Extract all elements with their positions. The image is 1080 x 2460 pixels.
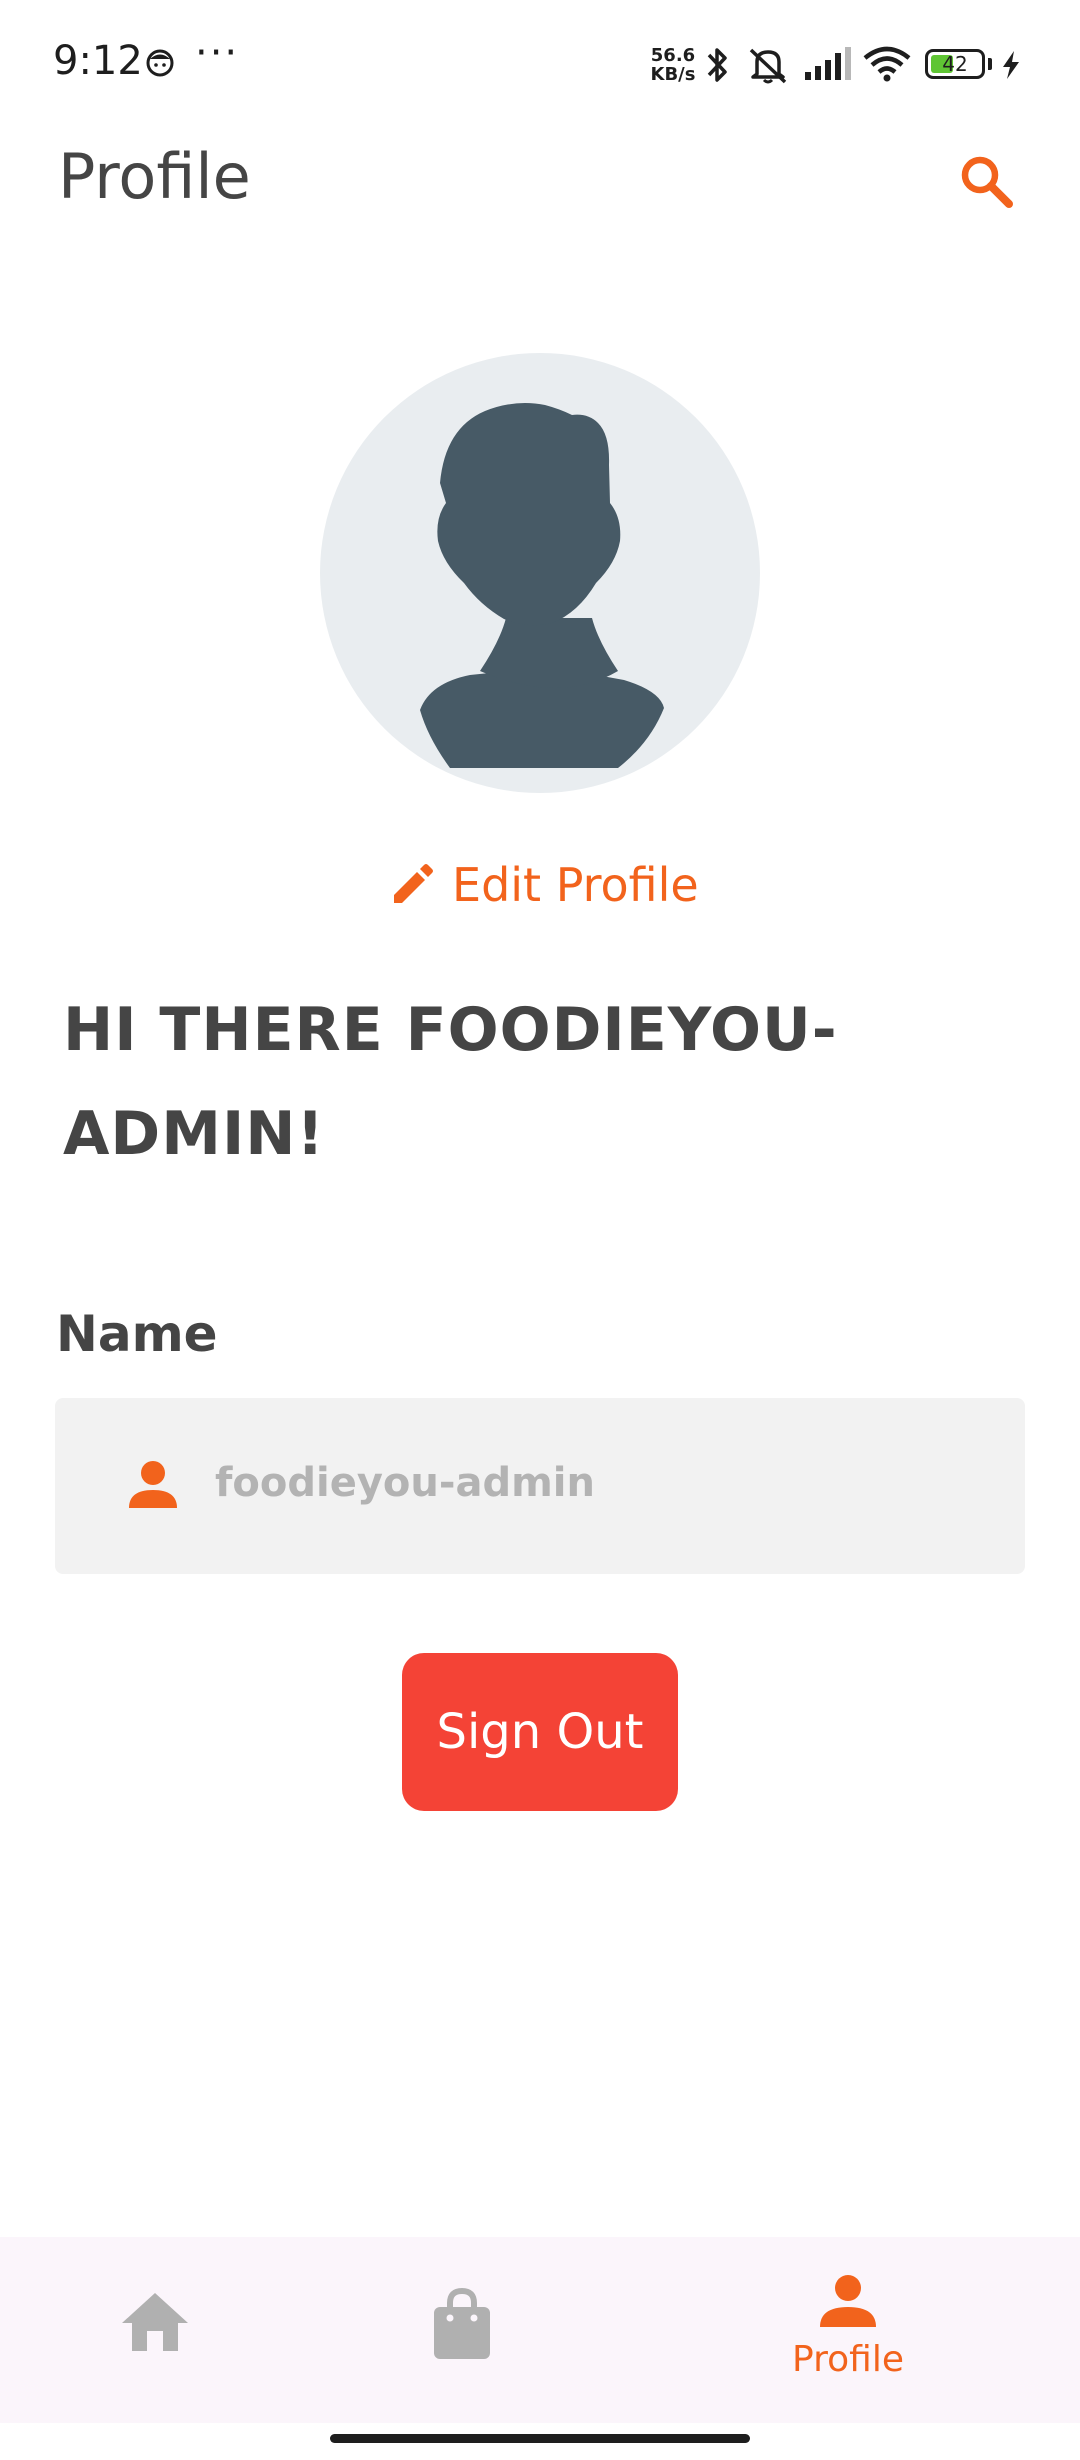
nav-orders[interactable] bbox=[412, 2237, 512, 2423]
status-time: 9:12 bbox=[53, 38, 143, 84]
mute-icon bbox=[749, 48, 787, 84]
edit-profile-button[interactable]: Edit Profile bbox=[388, 850, 699, 920]
search-button[interactable] bbox=[955, 150, 1019, 214]
name-field[interactable]: foodieyou-admin bbox=[55, 1398, 1025, 1574]
status-bar: 9:12 ··· 56.6 KB/s 42 bbox=[0, 0, 1080, 130]
more-notifications-icon: ··· bbox=[195, 30, 240, 76]
charging-icon bbox=[1003, 51, 1019, 79]
network-speed-unit: KB/s bbox=[650, 64, 696, 85]
greeting-heading: HI THERE FOODIEYOU-ADMIN! bbox=[63, 995, 838, 1169]
wifi-icon bbox=[863, 46, 911, 82]
avatar[interactable] bbox=[320, 353, 760, 793]
home-icon bbox=[122, 2293, 188, 2351]
network-speed: 56.6 KB/s bbox=[648, 46, 698, 84]
name-value: foodieyou-admin bbox=[215, 1460, 595, 1506]
nav-profile-label: Profile bbox=[792, 2339, 904, 2380]
battery-cap bbox=[988, 58, 992, 70]
person-icon bbox=[820, 2275, 876, 2327]
battery-level: 42 bbox=[942, 52, 968, 76]
edit-profile-label: Edit Profile bbox=[452, 858, 699, 912]
bluetooth-icon bbox=[707, 48, 727, 82]
nav-home[interactable] bbox=[105, 2237, 205, 2423]
app-notification-icon bbox=[146, 49, 174, 77]
shopping-bag-icon bbox=[434, 2287, 490, 2359]
search-icon bbox=[961, 156, 1013, 208]
pencil-icon bbox=[394, 864, 433, 903]
person-icon bbox=[129, 1461, 177, 1508]
gesture-bar[interactable] bbox=[330, 2434, 750, 2443]
network-speed-value: 56.6 bbox=[650, 45, 696, 66]
battery-icon: 42 bbox=[925, 49, 985, 79]
name-label: Name bbox=[56, 1305, 218, 1363]
default-avatar-icon bbox=[320, 353, 760, 793]
page-title: Profile bbox=[58, 140, 251, 213]
bottom-navigation: Profile bbox=[0, 2237, 1080, 2423]
signal-icon bbox=[805, 47, 851, 80]
nav-profile[interactable]: Profile bbox=[760, 2237, 936, 2423]
sign-out-button[interactable]: Sign Out bbox=[402, 1653, 678, 1811]
